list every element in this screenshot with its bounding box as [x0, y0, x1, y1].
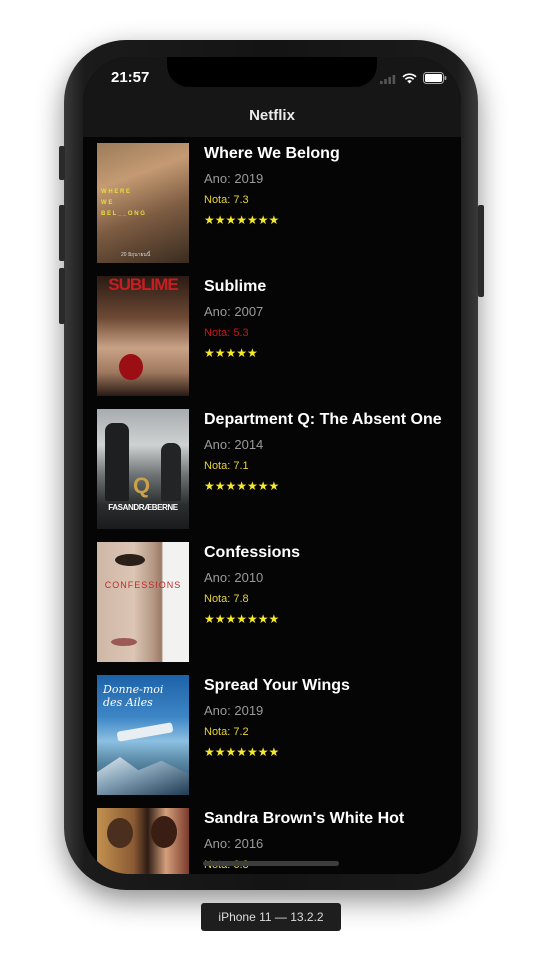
movie-year: Ano: 2010 — [204, 570, 264, 585]
movie-row[interactable]: SUBLIME Sublime Ano: 2007 Nota: 5.3 ★★★★… — [83, 270, 461, 403]
star-rating: ★★★★★★★ — [204, 612, 280, 626]
movie-row[interactable]: W H E R E W E B E L _ _ O N G 20 มิถุนาย… — [83, 137, 461, 270]
movie-rating: Nota: 7.2 — [204, 726, 249, 738]
poster-eye — [115, 554, 145, 566]
poster-text: W H E R E — [101, 189, 131, 195]
movie-year: Ano: 2019 — [204, 703, 264, 718]
wifi-icon — [402, 71, 417, 89]
navigation-bar: 21:57 Netflix — [83, 57, 461, 137]
movie-row[interactable]: Donne-moi des Ailes Spread Your Wings An… — [83, 669, 461, 802]
poster-plane — [116, 722, 174, 742]
movie-poster: CONFESSIONS — [97, 542, 189, 662]
movie-rating: Nota: 7.3 — [204, 194, 249, 206]
movie-row[interactable]: CONFESSIONS Confessions Ano: 2010 Nota: … — [83, 536, 461, 669]
poster-lips — [111, 638, 137, 646]
status-icons — [380, 71, 447, 89]
mute-switch — [59, 146, 65, 180]
star-rating: ★★★★★★★ — [204, 213, 280, 227]
movie-rating: Nota: 7.1 — [204, 460, 249, 472]
poster-mountains — [97, 757, 189, 795]
movie-poster — [97, 808, 189, 874]
movie-title: Sublime — [204, 278, 267, 295]
movie-row[interactable]: Q FASANDRÆBERNE Department Q: The Absent… — [83, 403, 461, 536]
poster-figure — [105, 423, 129, 501]
movie-poster: Q FASANDRÆBERNE — [97, 409, 189, 529]
device-label: iPhone 11 — 13.2.2 — [201, 903, 341, 931]
movie-year: Ano: 2014 — [204, 437, 264, 452]
poster-figure — [161, 443, 181, 501]
poster-letter: Q — [133, 473, 151, 498]
page-title: Netflix — [249, 107, 295, 124]
movie-year: Ano: 2007 — [204, 304, 264, 319]
poster-title: CONFESSIONS — [104, 580, 182, 590]
poster-text: B E L _ _ O N G — [101, 211, 145, 217]
poster-title: SUBLIME — [108, 276, 179, 294]
movie-year: Ano: 2019 — [204, 171, 264, 186]
star-rating: ★★★★★ — [204, 346, 258, 360]
power-button[interactable] — [478, 205, 484, 297]
status-time: 21:57 — [111, 69, 150, 86]
poster-blood — [119, 354, 143, 380]
volume-down-button[interactable] — [59, 268, 65, 324]
movie-title: Where We Belong — [204, 145, 340, 162]
movie-poster: Donne-moi des Ailes — [97, 675, 189, 795]
movie-title: Sandra Brown's White Hot — [204, 810, 405, 827]
signal-icon — [380, 71, 396, 89]
movie-poster: W H E R E W E B E L _ _ O N G 20 มิถุนาย… — [97, 143, 189, 263]
poster-title: FASANDRÆBERNE — [108, 503, 178, 512]
movie-rating: Nota: 5.3 — [204, 327, 249, 339]
poster-text: W E — [101, 200, 113, 206]
poster-letters: W H E R E W E B E L _ _ O N G — [101, 187, 145, 220]
home-indicator[interactable] — [203, 861, 339, 866]
poster-footer: 20 มิถุนายนนี้ — [121, 252, 151, 258]
poster-figure — [107, 818, 133, 848]
star-rating: ★★★★★★★ — [204, 479, 280, 493]
movie-title: Spread Your Wings — [204, 677, 350, 694]
poster-figure — [151, 816, 177, 848]
app-screen: 21:57 Netflix W H E R E W E B E L _ _ O … — [83, 57, 461, 874]
movie-list[interactable]: W H E R E W E B E L _ _ O N G 20 มิถุนาย… — [83, 137, 461, 874]
volume-up-button[interactable] — [59, 205, 65, 261]
movie-year: Ano: 2016 — [204, 836, 264, 851]
battery-icon — [423, 71, 447, 89]
movie-title: Department Q: The Absent One — [204, 411, 442, 428]
movie-title: Confessions — [204, 544, 301, 561]
star-rating: ★★★★★★★ — [204, 745, 280, 759]
notch — [167, 57, 377, 87]
movie-poster: SUBLIME — [97, 276, 189, 396]
movie-rating: Nota: 7.8 — [204, 593, 249, 605]
poster-title: Donne-moi des Ailes — [103, 683, 164, 709]
